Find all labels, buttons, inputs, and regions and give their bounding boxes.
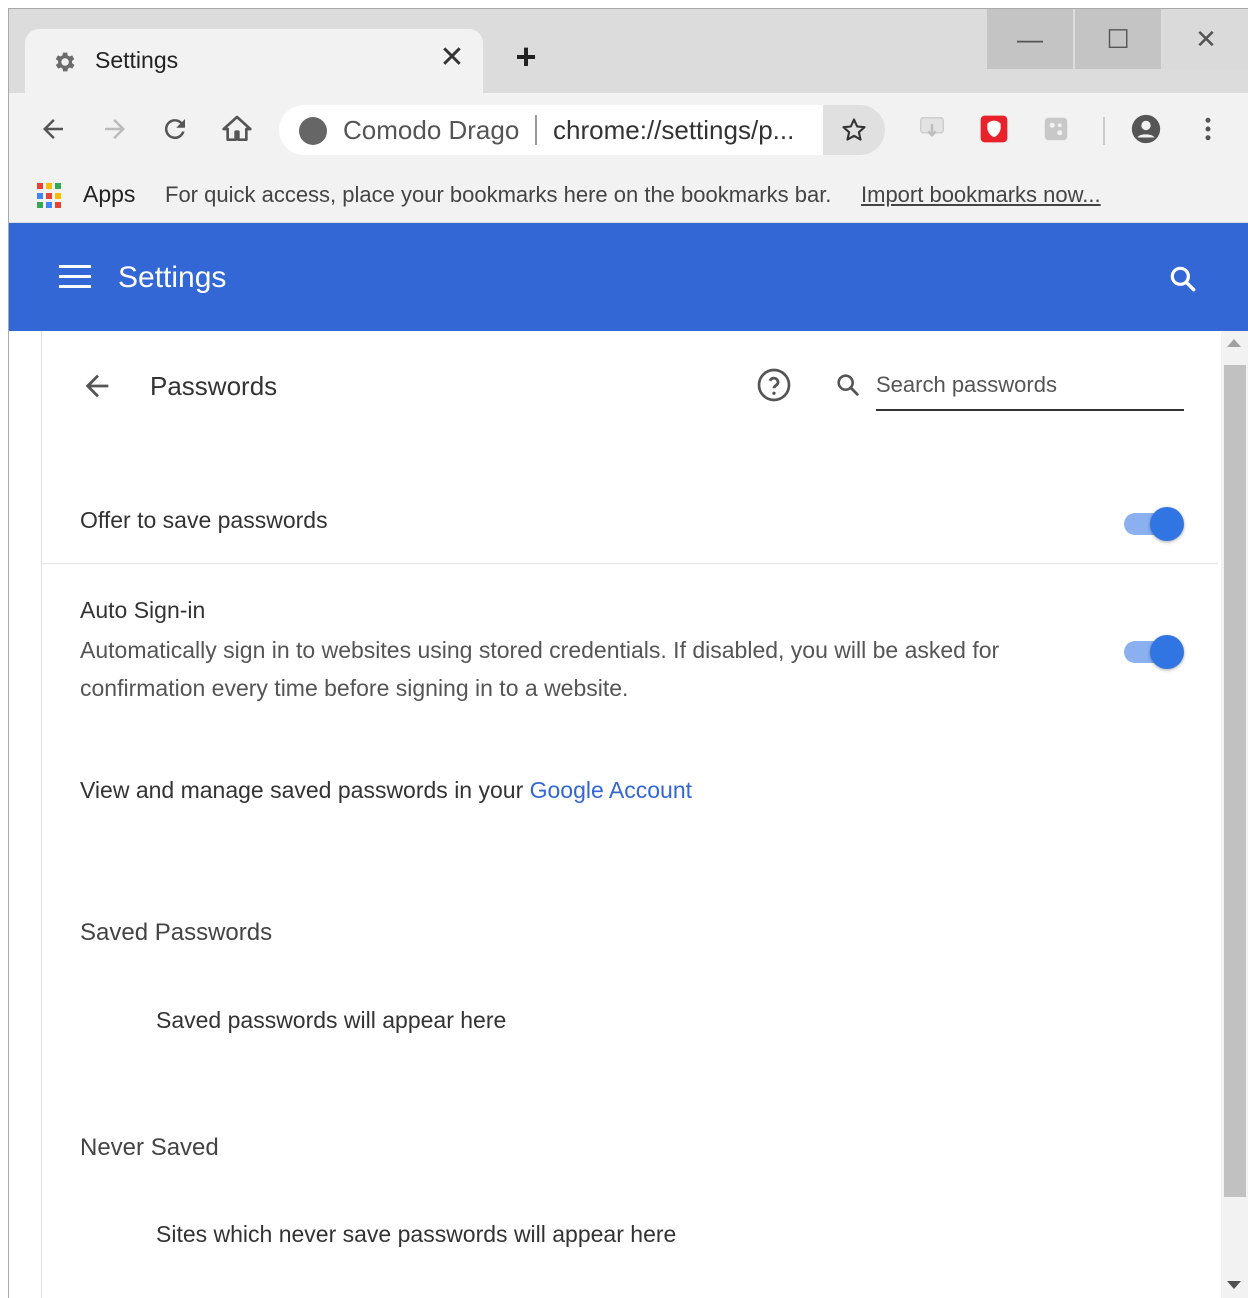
profile-button[interactable] [1129, 112, 1163, 146]
download-extension-button[interactable] [915, 112, 949, 146]
auto-signin-label: Auto Sign-in [80, 597, 206, 623]
toggle-knob [1150, 635, 1184, 669]
settings-title: Settings [118, 261, 227, 294]
auto-signin-description: Automatically sign in to websites using … [80, 637, 1000, 701]
forward-button[interactable] [95, 109, 135, 149]
shield-extension-button[interactable] [977, 112, 1011, 146]
browser-window: Settings ✕ + — ☐ ✕ Comodo Dragon chrome:… [8, 8, 1248, 1298]
download-extension-icon [920, 117, 944, 138]
tab-strip: Settings ✕ + — ☐ ✕ [9, 9, 1248, 93]
never-saved-heading: Never Saved [80, 1134, 219, 1161]
red-shield-icon [980, 115, 1008, 143]
help-icon[interactable] [756, 367, 792, 403]
new-tab-button[interactable]: + [511, 39, 541, 75]
profile-icon [1131, 114, 1161, 144]
google-account-row: View and manage saved passwords in your … [80, 777, 692, 804]
import-bookmarks-link[interactable]: Import bookmarks now... [861, 182, 1101, 208]
search-passwords-input[interactable] [876, 367, 1184, 411]
never-saved-empty: Sites which never save passwords will ap… [156, 1221, 677, 1247]
back-arrow-icon[interactable] [80, 369, 114, 403]
browser-toolbar: Comodo Dragon chrome://settings/p... [9, 93, 1248, 165]
scroll-down-arrow-icon[interactable] [1227, 1281, 1241, 1289]
tab-close-icon[interactable]: ✕ [437, 43, 467, 73]
google-account-link[interactable]: Google Account [530, 777, 692, 803]
saved-passwords-empty: Saved passwords will appear here [156, 1007, 507, 1033]
toolbar-separator [1103, 117, 1105, 145]
scroll-up-arrow-icon[interactable] [1227, 339, 1241, 347]
scrollbar-thumb[interactable] [1224, 365, 1246, 1197]
maximize-icon: ☐ [1106, 23, 1130, 54]
address-bar[interactable]: Comodo Dragon chrome://settings/p... [279, 105, 885, 155]
google-account-text: View and manage saved passwords in your [80, 777, 524, 803]
apps-grid-icon[interactable] [37, 183, 63, 209]
search-passwords-icon [837, 374, 859, 396]
gear-icon [55, 52, 75, 72]
tab-title: Settings [95, 47, 179, 73]
browser-menu-button[interactable] [1191, 112, 1225, 146]
forward-arrow-icon [105, 119, 125, 139]
minimize-button[interactable]: — [987, 9, 1073, 69]
page-scrollbar[interactable] [1221, 331, 1248, 1298]
back-button[interactable] [33, 109, 73, 149]
passwords-card: Passwords Offer to save passwords Auto S… [41, 331, 1218, 1298]
back-arrow-icon [43, 119, 63, 139]
auto-signin-toggle[interactable] [1122, 635, 1184, 669]
close-window-button[interactable]: ✕ [1163, 9, 1248, 69]
omnibox-separator [535, 115, 537, 145]
reload-button[interactable] [155, 109, 195, 149]
search-icon[interactable] [1167, 263, 1199, 295]
site-name: Comodo Dragon [343, 115, 521, 145]
apps-shortcut[interactable]: Apps [83, 181, 135, 208]
offer-to-save-toggle[interactable] [1122, 507, 1184, 541]
hamburger-menu-icon[interactable] [59, 265, 91, 289]
reload-icon [164, 119, 185, 140]
home-icon [222, 115, 252, 141]
url-text[interactable]: chrome://settings/p... [553, 115, 794, 146]
offer-to-save-label: Offer to save passwords [80, 507, 328, 533]
settings-header: Settings [9, 223, 1248, 331]
bookmark-star-button[interactable] [823, 105, 885, 155]
bookmarks-hint: For quick access, place your bookmarks h… [165, 182, 832, 207]
close-icon: ✕ [1195, 23, 1217, 54]
page-title: Passwords [150, 371, 278, 401]
toggle-knob [1150, 507, 1184, 541]
bookmarks-bar: Apps For quick access, place your bookma… [9, 165, 1248, 223]
row-divider [42, 563, 1218, 564]
star-icon [842, 118, 866, 141]
maximize-button[interactable]: ☐ [1075, 9, 1161, 69]
settings-content: Passwords Offer to save passwords Auto S… [9, 331, 1221, 1298]
kebab-menu-icon [1205, 117, 1211, 141]
comodo-dragon-icon [299, 117, 327, 145]
puzzle-extension-icon [1044, 117, 1068, 141]
home-button[interactable] [217, 109, 257, 149]
tab-settings[interactable]: Settings ✕ [25, 29, 483, 93]
puzzle-extension-button[interactable] [1039, 112, 1073, 146]
saved-passwords-heading: Saved Passwords [80, 919, 273, 946]
minimize-icon: — [1017, 23, 1043, 54]
